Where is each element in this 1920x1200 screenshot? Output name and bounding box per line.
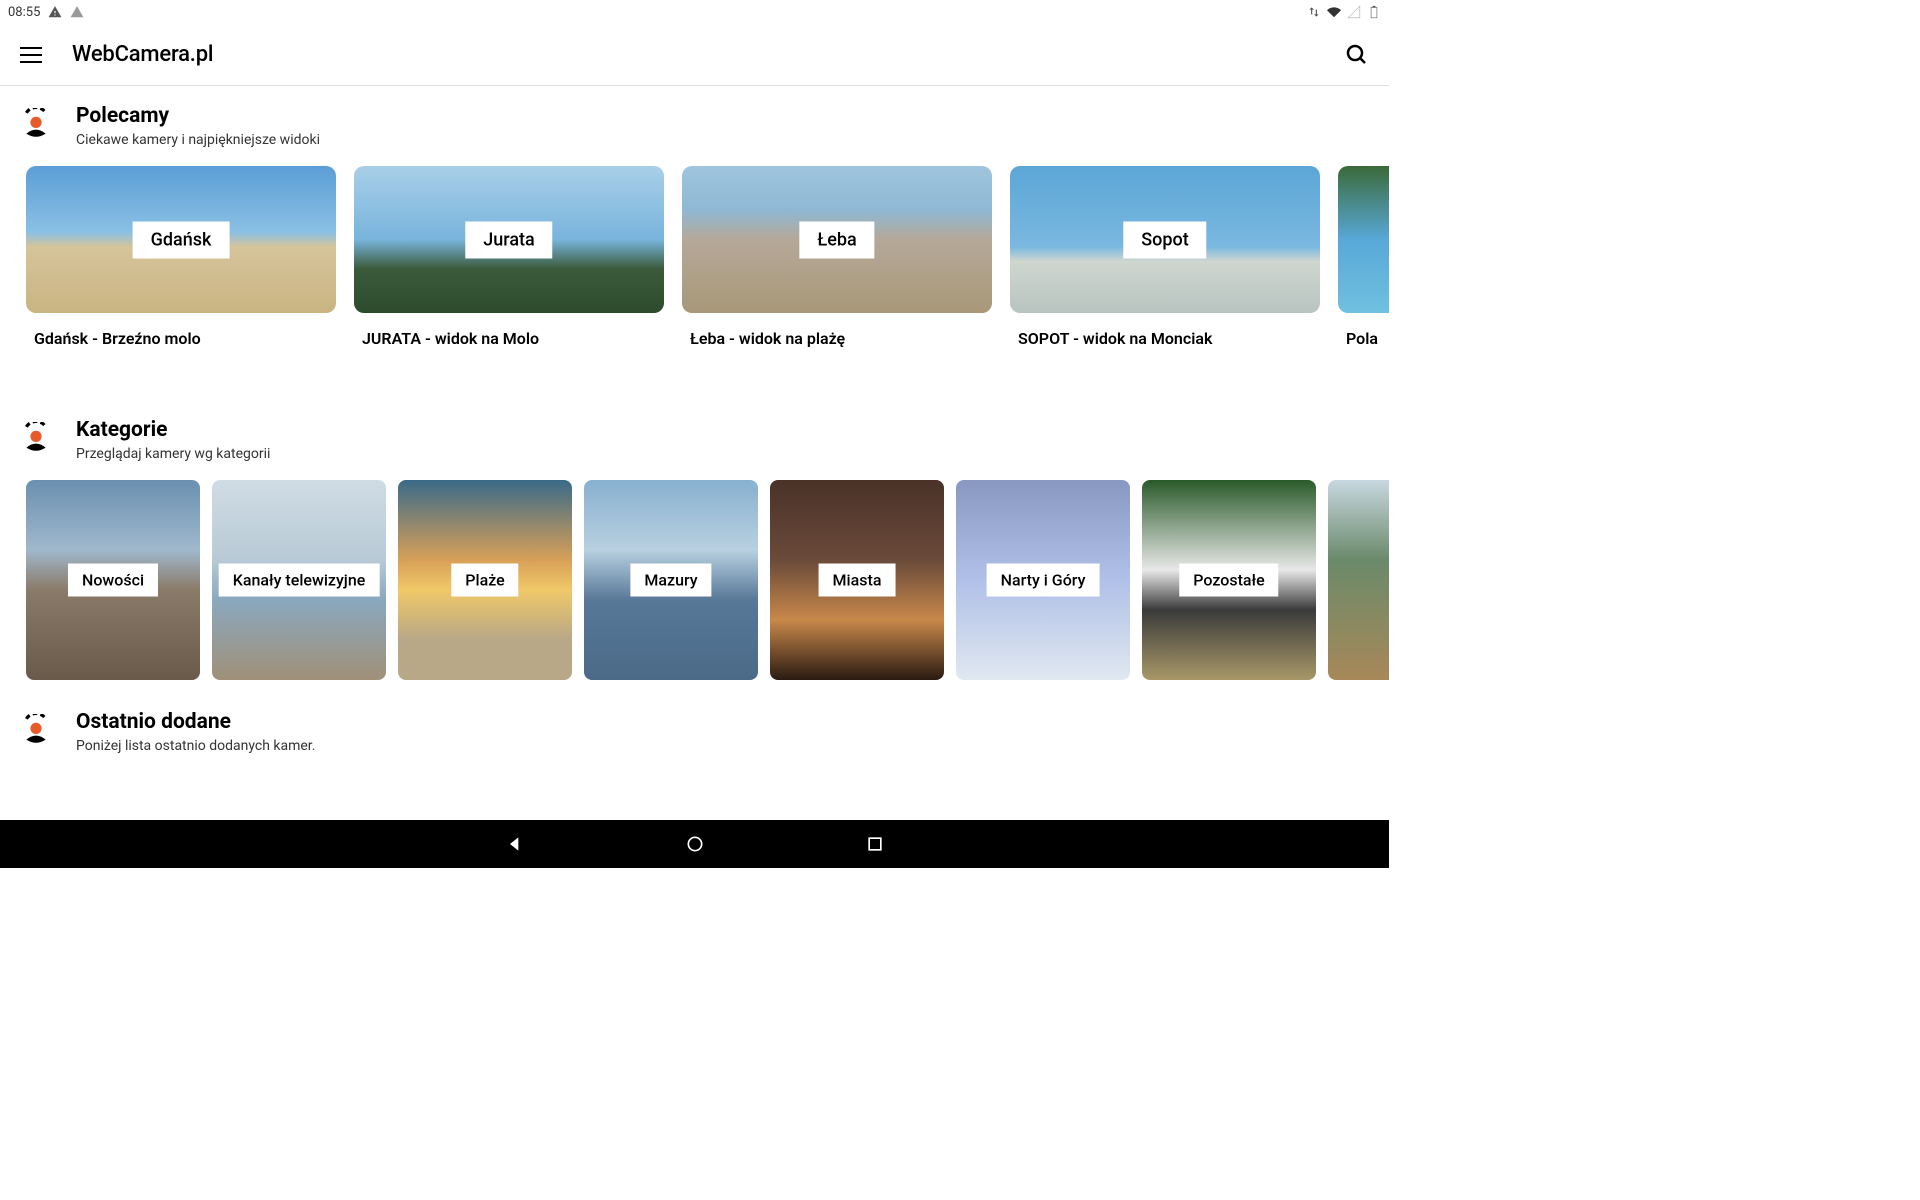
category-card[interactable]: Pol xyxy=(1328,480,1389,680)
app-bar: WebCamera.pl xyxy=(0,24,1389,86)
status-time: 08:55 xyxy=(8,5,40,20)
categories-section: Kategorie Przeglądaj kamery wg kategorii… xyxy=(0,418,1389,680)
categories-scroll[interactable]: Nowości Kanały telewizyjne Plaże Mazury Mias… xyxy=(0,480,1389,680)
camera-logo-icon xyxy=(20,108,52,140)
camera-caption: JURATA - widok na Molo xyxy=(354,329,664,348)
category-label: Narty i Góry xyxy=(987,564,1100,597)
categories-subtitle: Przeglądaj kamery wg kategorii xyxy=(76,446,1369,462)
camera-location-label: Sopot xyxy=(1123,221,1206,258)
back-button[interactable] xyxy=(505,834,525,854)
category-thumbnail[interactable]: Pozostałe xyxy=(1142,480,1316,680)
category-thumbnail[interactable]: Mazury xyxy=(584,480,758,680)
home-button[interactable] xyxy=(685,834,705,854)
camera-location-label: Łeba xyxy=(799,221,874,258)
camera-card[interactable]: Sopot SOPOT - widok na Monciak xyxy=(1010,166,1320,348)
camera-caption: Pola xyxy=(1338,329,1389,348)
warning-small-icon xyxy=(70,5,84,19)
camera-logo-icon xyxy=(20,714,52,746)
category-thumbnail[interactable]: Miasta xyxy=(770,480,944,680)
category-label: Kanały telewizyjne xyxy=(219,564,380,597)
camera-caption: SOPOT - widok na Monciak xyxy=(1010,329,1320,348)
category-card[interactable]: Kanały telewizyjne xyxy=(212,480,386,680)
category-card[interactable]: Plaże xyxy=(398,480,572,680)
wifi-icon xyxy=(1327,5,1341,19)
category-label: Nowości xyxy=(68,564,158,597)
app-title: WebCamera.pl xyxy=(72,42,213,67)
recommended-scroll[interactable]: Gdańsk Gdańsk - Brzeźno molo Jurata JURATA … xyxy=(0,166,1389,348)
recent-subtitle: Poniżej lista ostatnio dodanych kamer. xyxy=(76,738,1369,754)
category-thumbnail[interactable]: Kanały telewizyjne xyxy=(212,480,386,680)
category-card[interactable]: Pozostałe xyxy=(1142,480,1316,680)
camera-card[interactable]: Jurata JURATA - widok na Molo xyxy=(354,166,664,348)
category-card[interactable]: Mazury xyxy=(584,480,758,680)
camera-location-label: Jurata xyxy=(465,221,552,258)
camera-thumbnail[interactable]: Jurata xyxy=(354,166,664,313)
recommended-section: Polecamy Ciekawe kamery i najpiękniejsze… xyxy=(0,104,1389,348)
camera-logo-icon xyxy=(20,422,52,454)
search-button[interactable] xyxy=(1345,43,1369,67)
category-label: Miasta xyxy=(819,564,896,597)
recommended-title: Polecamy xyxy=(76,104,1369,128)
camera-thumbnail[interactable]: Sopot xyxy=(1010,166,1320,313)
camera-location-label: Gdańsk xyxy=(133,221,230,258)
signal-icon xyxy=(1347,5,1361,19)
camera-thumbnail[interactable] xyxy=(1338,166,1389,313)
recents-button[interactable] xyxy=(865,834,885,854)
recommended-subtitle: Ciekawe kamery i najpiękniejsze widoki xyxy=(76,132,1369,148)
category-thumbnail[interactable]: Plaże xyxy=(398,480,572,680)
category-label: Plaże xyxy=(451,564,518,597)
category-thumbnail[interactable]: Narty i Góry xyxy=(956,480,1130,680)
recent-title: Ostatnio dodane xyxy=(76,710,1369,734)
category-card[interactable]: Nowości xyxy=(26,480,200,680)
category-card[interactable]: Miasta xyxy=(770,480,944,680)
hamburger-menu-button[interactable] xyxy=(20,43,44,67)
camera-thumbnail[interactable]: Gdańsk xyxy=(26,166,336,313)
category-label: Pozostałe xyxy=(1179,564,1278,597)
camera-thumbnail[interactable]: Łeba xyxy=(682,166,992,313)
camera-card[interactable]: Gdańsk Gdańsk - Brzeźno molo xyxy=(26,166,336,348)
camera-caption: Łeba - widok na plażę xyxy=(682,329,992,348)
category-thumbnail[interactable]: Nowości xyxy=(26,480,200,680)
camera-card[interactable]: Pola xyxy=(1338,166,1389,348)
status-bar: 08:55 xyxy=(0,0,1389,24)
category-label: Mazury xyxy=(630,564,711,597)
category-card[interactable]: Narty i Góry xyxy=(956,480,1130,680)
updown-icon xyxy=(1307,5,1321,19)
categories-title: Kategorie xyxy=(76,418,1369,442)
recent-section: Ostatnio dodane Poniżej lista ostatnio d… xyxy=(0,710,1389,754)
camera-card[interactable]: Łeba Łeba - widok na plażę xyxy=(682,166,992,348)
camera-caption: Gdańsk - Brzeźno molo xyxy=(26,329,336,348)
battery-icon xyxy=(1367,5,1381,19)
category-thumbnail[interactable]: Pol xyxy=(1328,480,1389,680)
warning-icon xyxy=(48,5,62,19)
android-nav-bar xyxy=(0,820,1389,868)
